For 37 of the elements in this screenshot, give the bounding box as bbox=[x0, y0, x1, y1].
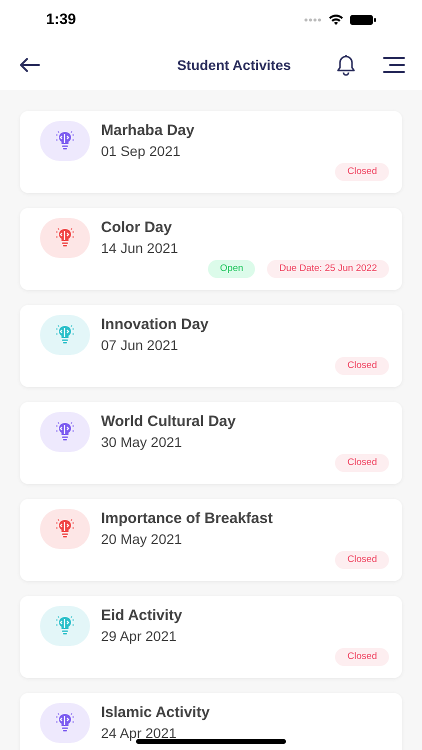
activity-card[interactable]: Islamic Activity 24 Apr 2021 bbox=[20, 693, 402, 750]
activity-date: 29 Apr 2021 bbox=[101, 627, 178, 646]
activity-card[interactable]: Innovation Day 07 Jun 2021 Closed bbox=[20, 305, 402, 387]
activity-date: 14 Jun 2021 bbox=[101, 239, 178, 258]
activity-date: 01 Sep 2021 bbox=[101, 142, 182, 161]
activity-card[interactable]: World Cultural Day 30 May 2021 Closed bbox=[20, 402, 402, 484]
due-date-label: Due Date: 25 Jun 2022 bbox=[267, 260, 389, 278]
activity-title: Islamic Activity bbox=[101, 703, 210, 723]
activity-title: Marhaba Day bbox=[101, 121, 194, 141]
activity-title: Innovation Day bbox=[101, 315, 209, 335]
back-arrow-icon bbox=[20, 58, 40, 72]
bell-icon bbox=[335, 54, 357, 76]
closed-status-label: Closed bbox=[335, 648, 389, 666]
activity-date: 20 May 2021 bbox=[101, 530, 183, 549]
open-status-label: Open bbox=[208, 260, 256, 278]
menu-icon bbox=[383, 57, 405, 73]
battery-icon bbox=[350, 14, 376, 26]
activity-card[interactable]: Color Day 14 Jun 2021 Open Due Date: 25 Jun 2022 bbox=[20, 208, 402, 290]
activity-title: World Cultural Day bbox=[101, 412, 236, 432]
activity-card[interactable]: Importance of Breakfast 20 May 2021 Closed bbox=[20, 499, 402, 581]
activity-title: Color Day bbox=[101, 218, 173, 238]
closed-status-label: Closed bbox=[335, 163, 389, 181]
notifications-button[interactable] bbox=[334, 53, 358, 77]
closed-status-label: Closed bbox=[335, 454, 389, 472]
closed-status-label: Closed bbox=[335, 551, 389, 569]
signal-icon bbox=[304, 18, 322, 22]
activity-date: 07 Jun 2021 bbox=[101, 336, 180, 355]
closed-status-label: Closed bbox=[335, 357, 389, 375]
activity-title: Importance of Breakfast bbox=[101, 509, 273, 529]
activity-date: 30 May 2021 bbox=[101, 433, 183, 452]
activity-card[interactable]: Marhaba Day 01 Sep 2021 Closed bbox=[20, 111, 402, 193]
activity-title: Eid Activity bbox=[101, 606, 182, 626]
status-time: 1:39 bbox=[46, 10, 76, 30]
activity-card[interactable]: Eid Activity 29 Apr 2021 Closed bbox=[20, 596, 402, 678]
page-title: Student Activites bbox=[177, 56, 291, 74]
wifi-icon bbox=[328, 14, 344, 26]
activity-date: 24 Apr 2021 bbox=[101, 724, 178, 743]
